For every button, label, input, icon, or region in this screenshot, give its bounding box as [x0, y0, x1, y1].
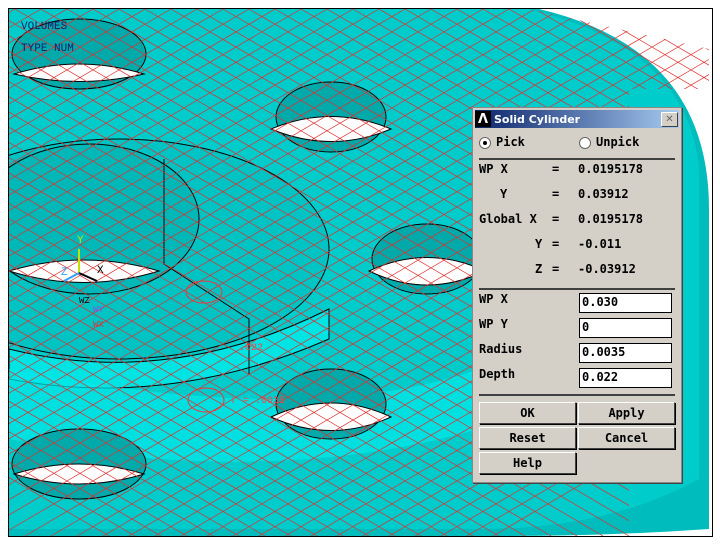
radio-empty-icon	[579, 136, 591, 149]
unpick-radio[interactable]: Unpick	[579, 135, 639, 149]
dialog-titlebar[interactable]: Λ Solid Cylinder ✕	[475, 110, 679, 128]
solid-cylinder-dialog: Λ Solid Cylinder ✕ Pick Unpick WP X Y Gl…	[472, 107, 682, 483]
radius-input[interactable]: 0.0035	[579, 343, 672, 363]
cancel-button[interactable]: Cancel	[578, 427, 675, 449]
apply-button[interactable]: Apply	[578, 402, 675, 424]
equals: =	[552, 187, 560, 201]
ansys-logo-icon: Λ	[475, 111, 491, 127]
readout-value: -0.011	[578, 237, 622, 251]
radio-selected-icon	[479, 136, 491, 149]
readout-label: WP X	[479, 162, 508, 176]
reset-button[interactable]: Reset	[479, 427, 576, 449]
dialog-title: Solid Cylinder	[494, 112, 581, 126]
depth-input[interactable]: 0.022	[579, 368, 672, 388]
radius-annotation: r = .0035	[231, 396, 286, 407]
type-num-label: TYPE NUM	[21, 43, 74, 55]
wp-y-input[interactable]: 0	[579, 318, 672, 338]
readout-value: 0.03912	[578, 187, 629, 201]
help-button[interactable]: Help	[479, 452, 576, 474]
readout-label: Z	[535, 262, 543, 276]
wp-wz-label: WZ	[79, 296, 90, 306]
wp-wx-label: WX	[93, 320, 104, 330]
triad-z-label: Z	[61, 267, 68, 279]
equals: =	[552, 162, 560, 176]
wp-y-label: WP Y	[479, 317, 508, 331]
readout-label: Y	[500, 187, 508, 201]
equals: =	[552, 212, 560, 226]
depth-annotation: .022	[239, 343, 264, 354]
readout-label: Global X	[479, 212, 537, 226]
readout-label: Y	[535, 237, 543, 251]
depth-label: Depth	[479, 367, 516, 381]
pick-radio[interactable]: Pick	[479, 135, 525, 149]
equals: =	[552, 262, 560, 276]
readout-value: 0.0195178	[578, 212, 644, 226]
divider	[479, 158, 675, 160]
pick-mode-group: Pick Unpick	[479, 135, 675, 149]
equals: =	[552, 237, 560, 251]
wp-wy-label: WY	[93, 305, 104, 315]
volumes-label: VOLUMES	[21, 21, 68, 33]
readout-value: -0.03912	[578, 262, 636, 276]
readout-value: 0.0195178	[578, 162, 644, 176]
close-button[interactable]: ✕	[661, 111, 678, 127]
ok-button[interactable]: OK	[479, 402, 576, 424]
triad-x-label: X	[97, 265, 104, 277]
divider	[479, 394, 675, 396]
divider	[479, 288, 675, 290]
wp-x-label: WP X	[479, 292, 508, 306]
wp-x-input[interactable]: 0.030	[579, 293, 672, 313]
radius-label: Radius	[479, 342, 523, 356]
triad-y-label: Y	[77, 235, 84, 247]
